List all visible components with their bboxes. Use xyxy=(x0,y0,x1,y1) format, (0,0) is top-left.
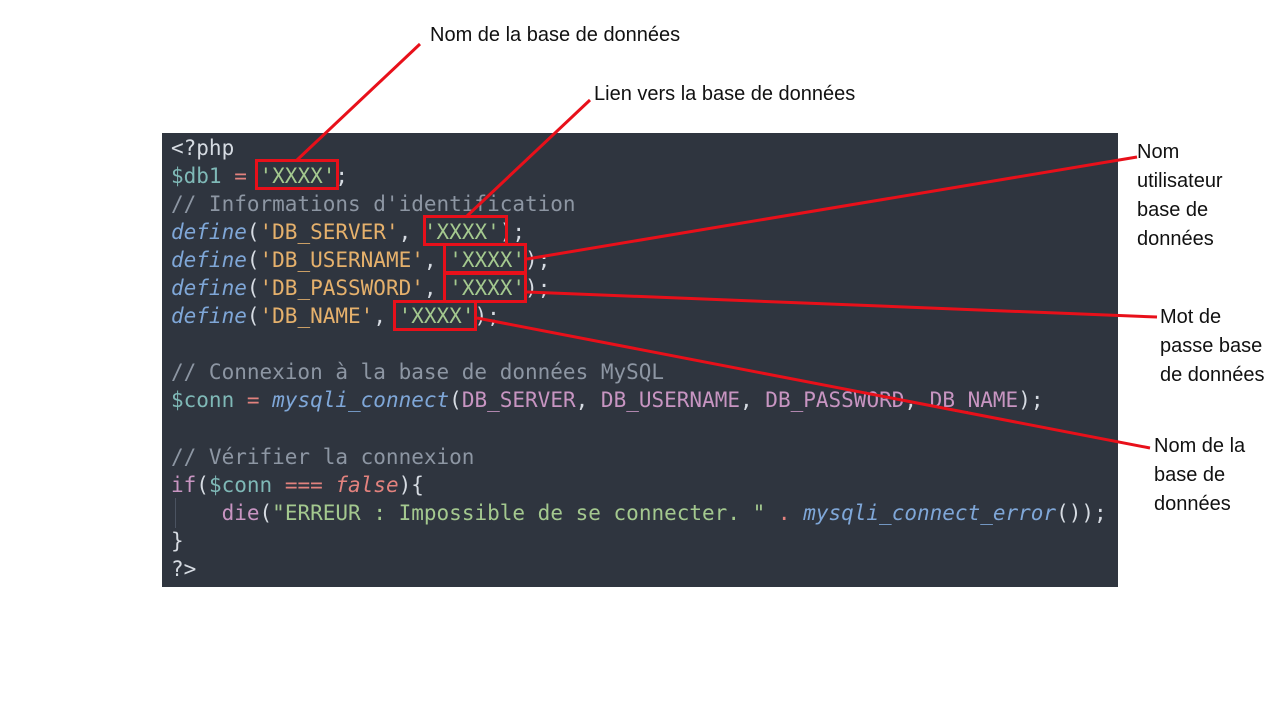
code-token: ); xyxy=(474,304,500,329)
code-token: // Connexion à la base de données MySQL xyxy=(171,360,665,385)
code-token: 'DB_PASSWORD' xyxy=(259,276,424,301)
code-token: DB_USERNAME xyxy=(600,388,740,413)
code-token: <?php xyxy=(171,136,235,160)
code-token: define xyxy=(171,304,247,329)
highlight-username-value xyxy=(443,243,527,274)
code-token: , xyxy=(740,388,766,413)
code-token: ( xyxy=(246,220,260,245)
code-line: // Connexion à la base de données MySQL xyxy=(171,358,664,386)
code-token: mysqli_connect_error xyxy=(803,500,1057,525)
code-token: // Vérifier la connexion xyxy=(171,444,475,469)
code-token: 'DB_SERVER' xyxy=(259,220,399,245)
code-token: ); xyxy=(525,248,551,273)
code-token: , xyxy=(904,388,930,413)
code-editor-panel: <?php $db1 = 'XXXX';// Informations d'ide… xyxy=(162,133,1118,587)
code-token: , xyxy=(398,220,424,245)
code-token: . xyxy=(765,500,804,525)
code-line: if($conn === false){ xyxy=(171,471,424,499)
callout-username: Nom utilisateur base de données xyxy=(1137,141,1223,250)
code-token: false xyxy=(335,472,399,497)
code-token: $conn xyxy=(171,388,235,413)
code-token: ( xyxy=(246,276,260,301)
highlight-password-value xyxy=(443,272,527,303)
code-line: // Vérifier la connexion xyxy=(171,443,474,471)
code-line: <?php xyxy=(171,134,234,162)
code-token: "ERREUR : Impossible de se connecter. " xyxy=(272,500,766,525)
code-token: === xyxy=(272,472,336,497)
code-token: DB_NAME xyxy=(929,388,1019,413)
code-token: ( xyxy=(259,500,273,525)
code-token: = xyxy=(234,388,273,413)
callout-password: Mot de passe base de données xyxy=(1160,306,1265,386)
code-token: 'DB_USERNAME' xyxy=(259,248,424,273)
code-token: ); xyxy=(1018,388,1044,413)
code-token: mysqli_connect xyxy=(272,388,450,413)
code-line: die("ERREUR : Impossible de se connecter… xyxy=(171,499,1107,527)
code-token: $db1 xyxy=(171,164,222,189)
code-token: ( xyxy=(246,248,260,273)
code-token: } xyxy=(171,528,184,553)
code-token: ()); xyxy=(1056,500,1107,525)
indent-guide xyxy=(175,498,176,528)
callout-server-link: Lien vers la base de données xyxy=(594,83,856,105)
code-token: ); xyxy=(525,276,551,301)
code-token: = xyxy=(221,164,260,189)
code-token: die xyxy=(221,500,260,525)
code-token: ( xyxy=(246,304,260,329)
callout-db-name: Nom de la base de données xyxy=(1154,435,1246,515)
code-line: ?> xyxy=(171,555,196,583)
code-token: ( xyxy=(449,388,462,413)
code-token: , xyxy=(575,388,601,413)
code-token: define xyxy=(171,248,247,273)
highlight-db1-value xyxy=(255,159,339,190)
code-line: $conn = mysqli_connect(DB_SERVER, DB_USE… xyxy=(171,386,1043,414)
callout-db1-name: Nom de la base de données xyxy=(430,24,681,46)
highlight-server-value xyxy=(423,215,508,246)
code-token: ){ xyxy=(398,472,424,497)
code-token: define xyxy=(171,276,247,301)
code-line: } xyxy=(171,527,184,555)
code-token: if xyxy=(171,472,197,497)
code-token: DB_SERVER xyxy=(461,388,576,413)
highlight-dbname-value xyxy=(393,300,477,331)
code-token: ( xyxy=(196,472,209,497)
code-token: DB_PASSWORD xyxy=(765,388,905,413)
code-token: // Informations d'identification xyxy=(171,192,576,217)
code-line: // Informations d'identification xyxy=(171,190,576,218)
code-token: ?> xyxy=(171,556,197,581)
code-token: define xyxy=(171,220,247,245)
code-token: 'DB_NAME' xyxy=(259,304,374,329)
code-token: $conn xyxy=(208,472,273,497)
